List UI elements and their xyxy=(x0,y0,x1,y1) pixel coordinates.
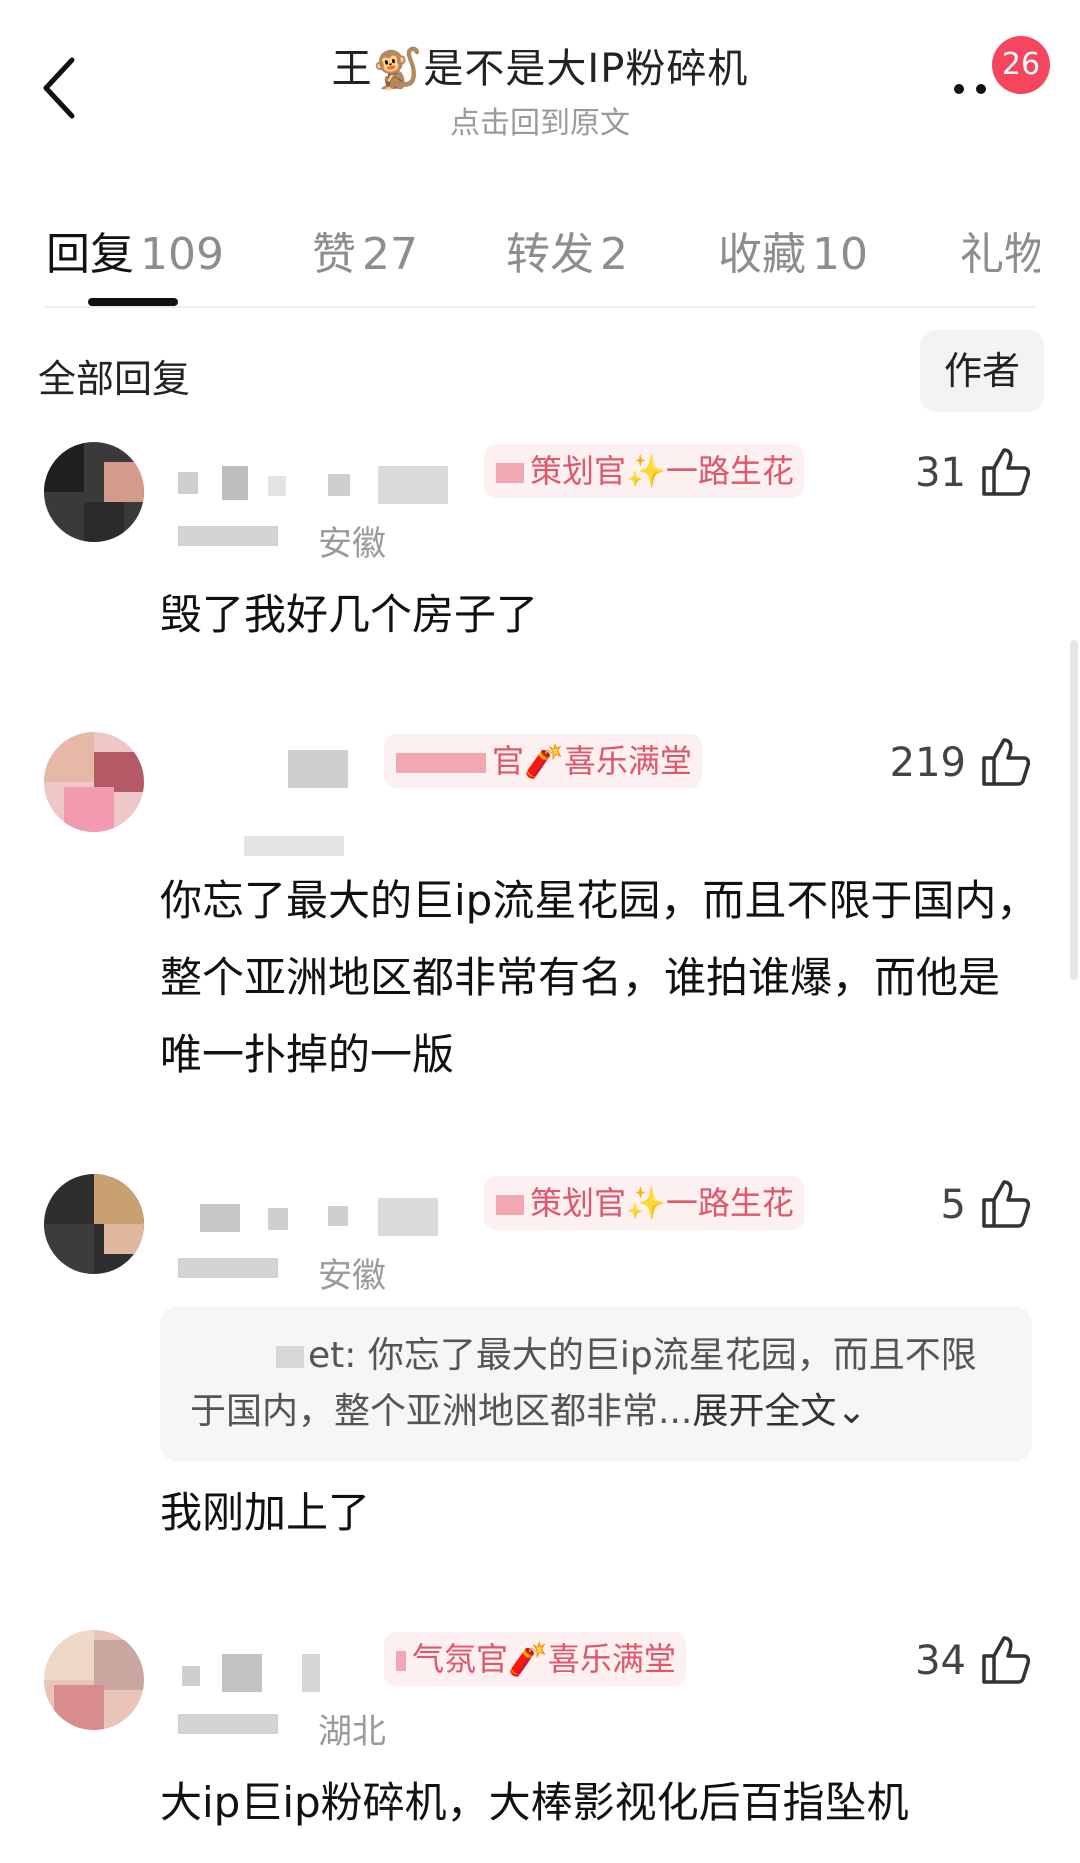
user-title-tag: 策划官✨一路生花 xyxy=(484,444,804,498)
username-blurred[interactable] xyxy=(178,1198,468,1238)
tab-reposts[interactable]: 转发 2 xyxy=(506,218,628,282)
location-label: 安徽 xyxy=(318,1256,386,1296)
top-bar: 王🐒是不是大IP粉碎机 点击回到原文 26 xyxy=(0,0,1080,150)
meta-row: 安徽 xyxy=(178,516,478,564)
active-tab-indicator xyxy=(88,298,178,306)
like-count: 34 xyxy=(915,1638,966,1684)
comment-text[interactable]: 我刚加上了 xyxy=(160,1474,1040,1551)
comment-text[interactable]: 毁了我好几个房子了 xyxy=(160,576,1040,653)
thumbs-up-icon[interactable] xyxy=(980,1178,1030,1230)
avatar[interactable] xyxy=(44,1174,144,1274)
like-count: 219 xyxy=(889,740,966,786)
user-title-tag: 气氛官🧨喜乐满堂 xyxy=(384,1632,686,1686)
like-count: 5 xyxy=(940,1182,966,1228)
meta-row: 安徽 xyxy=(178,1248,478,1296)
username-blurred[interactable] xyxy=(178,466,468,506)
like-count: 31 xyxy=(915,450,966,496)
tab-replies[interactable]: 回复 109 xyxy=(46,218,224,282)
tab-bar: 回复 109 赞 27 转发 2 收藏 10 礼物 xyxy=(0,210,1080,310)
author-filter-button[interactable]: 作者 xyxy=(920,330,1044,412)
expand-full-text-link[interactable]: 展开全文 xyxy=(692,1391,836,1432)
divider xyxy=(44,306,1036,308)
meta-row: 湖北 xyxy=(178,1704,478,1752)
username-blurred[interactable] xyxy=(178,750,378,790)
avatar[interactable] xyxy=(44,732,144,832)
tab-favorites[interactable]: 收藏 10 xyxy=(718,218,868,282)
more-dots-icon xyxy=(954,84,964,94)
post-title[interactable]: 王🐒是不是大IP粉碎机 xyxy=(0,36,1080,94)
quoted-reply-text: et: 你忘了最大的巨ip流星花园，而且不限于国内，整个亚洲地区都非常...展开… xyxy=(190,1335,977,1432)
thumbs-up-icon[interactable] xyxy=(980,446,1030,498)
avatar[interactable] xyxy=(44,442,144,542)
thumbs-up-icon[interactable] xyxy=(980,1634,1030,1686)
avatar[interactable] xyxy=(44,1630,144,1730)
tab-likes[interactable]: 赞 27 xyxy=(312,218,418,282)
more-button[interactable] xyxy=(950,78,1000,98)
user-title-tag: 策划官✨一路生花 xyxy=(484,1176,804,1230)
tab-gifts[interactable]: 礼物 xyxy=(960,218,1040,282)
all-replies-label: 全部回复 xyxy=(38,357,191,401)
scrollbar[interactable] xyxy=(1070,640,1078,980)
comment-text[interactable]: 大ip巨ip粉碎机，大棒影视化后百指坠机 xyxy=(160,1764,1040,1841)
meta-row xyxy=(178,826,478,866)
location-label: 安徽 xyxy=(318,524,386,564)
thumbs-up-icon[interactable] xyxy=(980,736,1030,788)
location-label: 湖北 xyxy=(318,1712,386,1752)
quoted-reply[interactable]: et: 你忘了最大的巨ip流星花园，而且不限于国内，整个亚洲地区都非常...展开… xyxy=(160,1306,1032,1462)
chevron-down-icon: ⌄ xyxy=(836,1391,867,1432)
notification-badge: 26 xyxy=(992,36,1050,94)
user-title-tag: 官🧨喜乐满堂 xyxy=(384,734,702,788)
back-to-original-link[interactable]: 点击回到原文 xyxy=(0,98,1080,142)
comment-text[interactable]: 你忘了最大的巨ip流星花园，而且不限于国内，整个亚洲地区都非常有名，谁拍谁爆，而… xyxy=(160,862,1040,1093)
